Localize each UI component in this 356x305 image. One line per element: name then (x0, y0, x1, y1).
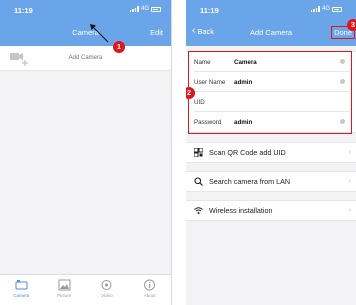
wireless-option[interactable]: Wireless installation › (186, 200, 356, 221)
camera-tab-icon (15, 280, 28, 290)
status-indicators: 4G (129, 6, 161, 12)
step-badge-3: 3 (347, 19, 356, 31)
page-title: Camera (72, 28, 99, 37)
tab-video[interactable]: Video (86, 275, 129, 305)
tab-camera[interactable]: Camera (0, 275, 43, 305)
status-time: 11:19 (14, 6, 33, 15)
picture-tab-icon (58, 279, 71, 291)
wifi-icon (194, 207, 203, 214)
network-label: 4G (140, 6, 149, 12)
tab-bar: Camera Picture Video About (0, 274, 171, 305)
camera-list-screen: 11:19 4G Camera Edit Add Camera 1 Camera… (0, 0, 172, 305)
add-camera-row[interactable]: Add Camera (0, 46, 171, 71)
search-icon (194, 177, 203, 186)
option-label: Wireless installation (209, 206, 273, 215)
add-camera-label: Add Camera (68, 55, 103, 61)
tab-label: Picture (57, 293, 72, 298)
signal-icon (310, 6, 320, 12)
tab-label: About (143, 293, 156, 298)
battery-icon (332, 6, 342, 12)
tab-about[interactable]: About (128, 275, 171, 305)
nav-bar: 11:19 4G ‹ Back Add Camera Done (186, 0, 356, 46)
option-label: Search camera from LAN (209, 177, 291, 186)
status-time: 11:19 (200, 6, 219, 15)
network-label: 4G (321, 6, 330, 12)
video-tab-icon (101, 280, 112, 290)
nav-bar: 11:19 4G Camera Edit (0, 0, 171, 46)
step-badge-1: 1 (113, 41, 125, 53)
scan-qr-option[interactable]: Scan QR Code add UID › (186, 142, 356, 163)
battery-icon (151, 6, 161, 12)
chevron-right-icon: › (348, 207, 351, 214)
info-tab-icon (144, 279, 156, 291)
chevron-right-icon: › (348, 149, 351, 156)
tab-label: Camera (13, 293, 30, 298)
add-camera-screen: 11:19 4G ‹ Back Add Camera Done 3 Name C… (186, 0, 356, 305)
status-indicators: 4G (310, 6, 342, 12)
pointer-arrow-icon (90, 24, 109, 43)
qr-code-icon (194, 148, 203, 157)
search-lan-option[interactable]: Search camera from LAN › (186, 171, 356, 192)
signal-icon (129, 6, 139, 12)
option-label: Scan QR Code add UID (209, 148, 286, 157)
form-highlight-box (188, 51, 352, 134)
tab-picture[interactable]: Picture (43, 275, 86, 305)
tab-label: Video (101, 293, 113, 298)
chevron-right-icon: › (348, 178, 351, 185)
edit-button[interactable]: Edit (150, 28, 163, 37)
